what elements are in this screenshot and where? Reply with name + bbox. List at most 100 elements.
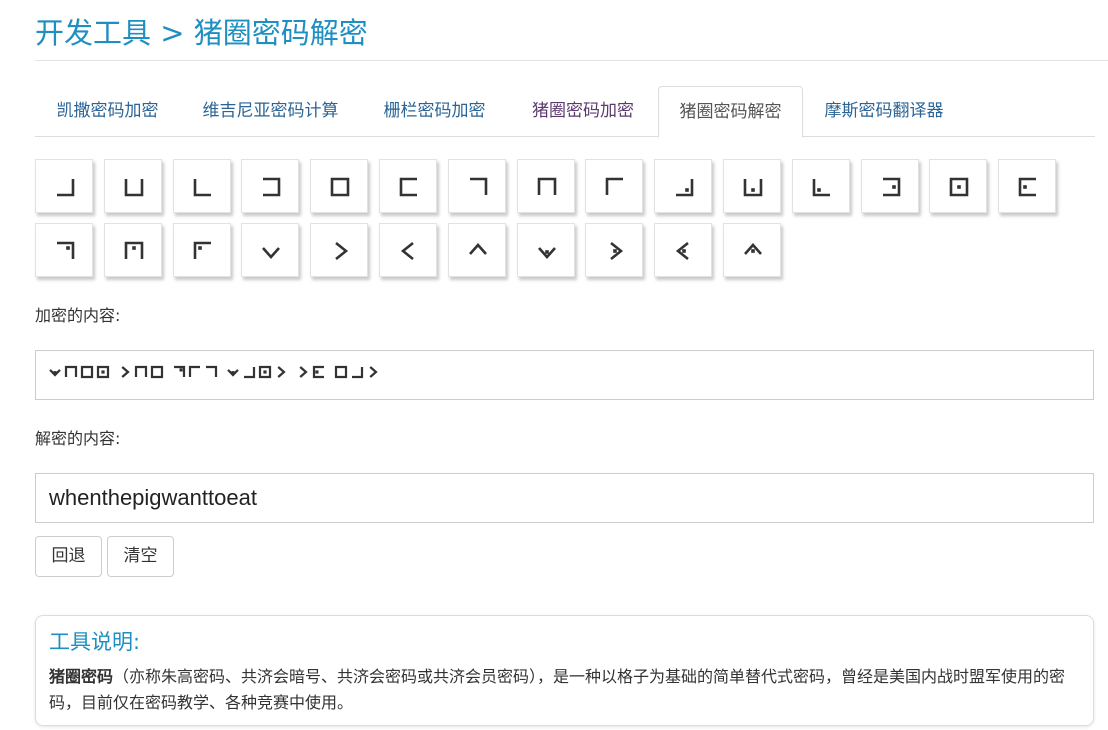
symbol-key-16[interactable] [35,223,93,277]
grid-top-left-dot-icon [193,241,211,259]
grid-center-icon [330,177,350,197]
grid-middle-left-dot-icon [1018,177,1037,197]
grid-bottom-left-dot-icon [812,179,830,197]
pigpen-dot-icon [101,370,105,374]
symbol-key-13[interactable] [860,159,919,213]
grid-top-right-icon [469,177,488,195]
pigpen-dot-icon [1023,185,1027,189]
tab-pigpen-encrypt[interactable]: 猪圈密码加密 [508,86,658,137]
symbol-key-4[interactable] [241,159,300,213]
symbol-key-26[interactable] [723,223,781,277]
grid-center-dot-icon [950,177,969,197]
symbol-key-18[interactable] [172,223,231,277]
decrypted-output[interactable]: whenthepigwanttoeat [35,473,1094,523]
clear-button[interactable]: 清空 [107,536,174,577]
breadcrumb-separator: > [160,16,185,50]
tab-rail-fence[interactable]: 栅栏密码加密 [361,86,508,137]
grid-bottom-right-icon [57,179,75,197]
grid-top-left-icon [606,177,624,195]
breadcrumb-parent[interactable]: 开发工具 [35,16,151,50]
pigpen-dot-icon [197,246,202,250]
tab-caesar-encrypt[interactable]: 凯撒密码加密 [35,86,180,137]
grid-bottom-left-dot-icon [812,179,830,197]
grid-bottom-right-dot-icon [676,179,694,197]
grid-top-left-icon [188,365,200,377]
grid-top-middle-icon [537,177,556,195]
grid-middle-left-icon [399,177,417,197]
symbol-key-10[interactable] [654,159,713,213]
x-left-icon [400,241,414,261]
encrypted-input[interactable] [35,350,1094,400]
description-body: （亦称朱高密码、共济会暗号、共济会密码或共济会员密码），是一种以格子为基础的简单… [49,667,1066,712]
x-bottom-icon [262,247,281,259]
grid-top-right-dot-icon [57,241,75,259]
grid-center-icon [150,365,164,379]
encrypted-label: 加密的内容: [35,306,121,325]
grid-bottom-right-icon [57,179,75,197]
x-top-icon [468,243,487,255]
pigpen-dot-icon [53,371,57,375]
symbol-key-8[interactable] [516,159,575,213]
symbol-key-22[interactable] [447,223,506,277]
tab-vigenere[interactable]: 维吉尼亚密码计算 [180,86,361,137]
pigpen-dot-icon [816,188,821,192]
grid-middle-right-dot-icon [882,177,900,197]
symbol-key-3[interactable] [172,159,231,213]
pigpen-dot-icon [957,185,962,189]
x-right-icon [335,241,349,261]
symbol-key-23[interactable] [516,223,575,277]
page-title: 开发工具 > 猪圈密码解密 [35,10,368,52]
decrypted-label: 解密的内容: [35,429,121,448]
symbol-key-1[interactable] [35,159,93,213]
symbol-key-24[interactable] [585,223,644,277]
grid-top-left-icon [606,177,624,195]
grid-bottom-middle-dot-icon [743,179,763,197]
x-right-icon [335,241,349,261]
symbol-key-6[interactable] [379,159,437,213]
symbol-key-21[interactable] [379,223,437,277]
symbol-key-9[interactable] [585,159,644,213]
x-top-dot-icon [744,243,762,255]
symbol-key-19[interactable] [241,223,300,277]
symbol-key-20[interactable] [310,223,369,277]
symbol-key-15[interactable] [998,159,1057,213]
grid-top-middle-dot-icon [124,241,144,259]
symbol-key-25[interactable] [654,223,713,277]
grid-top-middle-icon [134,365,148,377]
pigpen-dot-icon [682,249,686,253]
grid-top-middle-icon [537,177,556,195]
grid-middle-left-icon [399,177,417,197]
pigpen-dot-icon [231,371,235,375]
symbol-key-2[interactable] [103,159,162,213]
x-right-icon [277,366,286,378]
pigpen-dot-icon [66,246,70,250]
symbol-key-12[interactable] [791,159,850,213]
grid-top-right-icon [206,365,218,377]
breadcrumb-current: 猪圈密码解密 [193,16,368,50]
grid-top-middle-icon [64,365,78,377]
tab-pigpen-decrypt[interactable]: 猪圈密码解密 [658,86,803,138]
grid-bottom-middle-icon [124,179,144,197]
symbol-key-17[interactable] [103,223,162,277]
symbol-key-14[interactable] [929,159,988,213]
grid-bottom-right-icon [244,367,256,379]
grid-bottom-middle-dot-icon [743,179,763,197]
title-divider [35,60,1108,61]
grid-top-right-icon [469,177,488,195]
pigpen-dot-icon [685,188,689,192]
symbol-key-5[interactable] [310,159,369,213]
x-left-icon [400,241,414,261]
grid-center-icon [334,365,348,379]
pigpen-dot-icon [751,249,755,253]
grid-bottom-right-dot-icon [676,179,694,197]
symbol-key-11[interactable] [723,159,781,213]
tab-morse-translator[interactable]: 摩斯密码翻译器 [803,86,965,137]
grid-center-icon [330,177,350,197]
pigpen-dot-icon [751,188,755,192]
grid-center-icon [80,365,94,379]
back-button[interactable]: 回退 [35,536,102,577]
pigpen-dot-icon [891,185,896,189]
x-right-icon [369,366,378,378]
symbol-key-7[interactable] [447,159,506,213]
grid-bottom-left-icon [193,179,211,197]
